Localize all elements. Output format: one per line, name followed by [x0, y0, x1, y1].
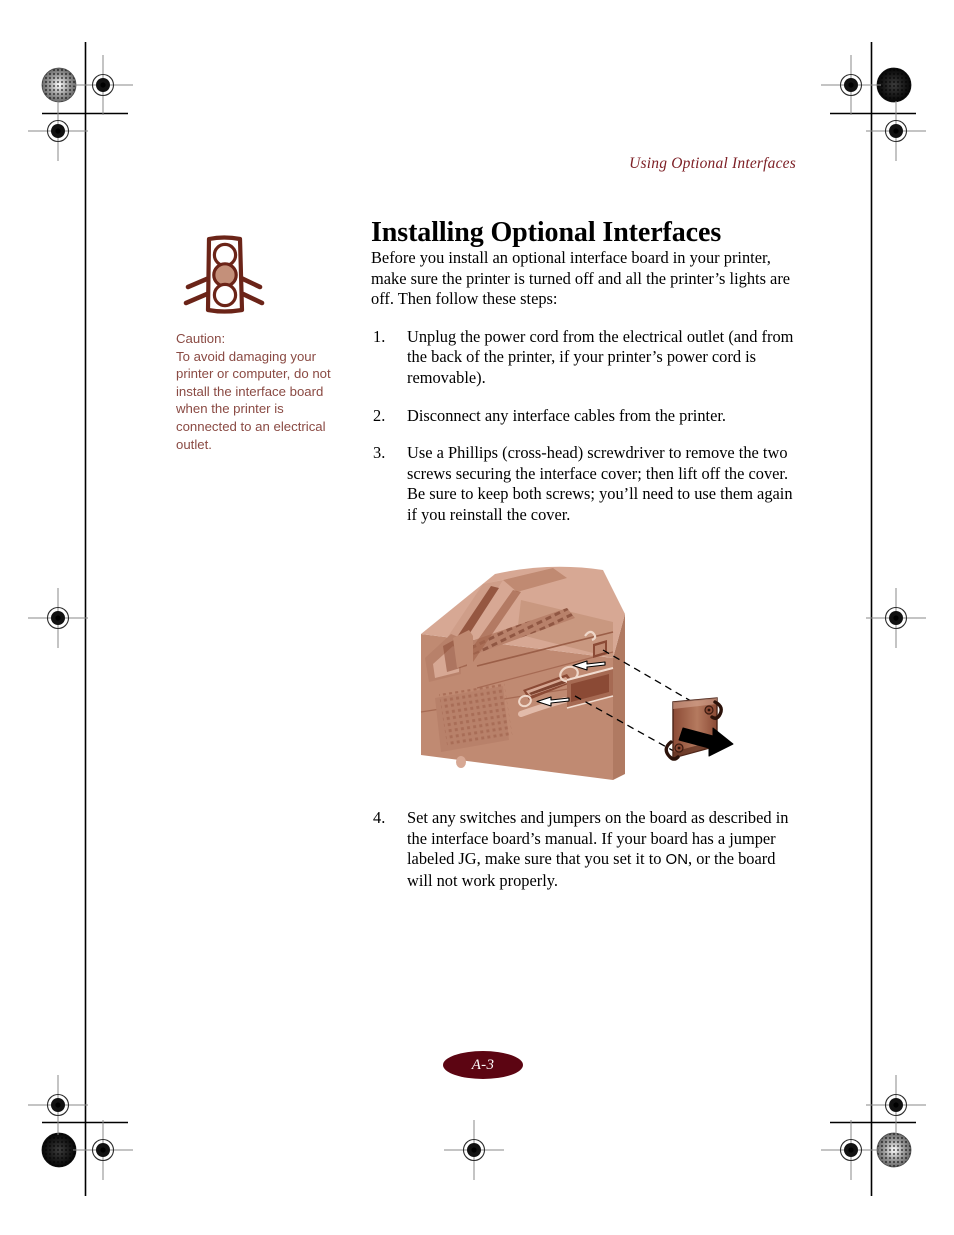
- intro-paragraph: Before you install an optional interface…: [371, 248, 791, 309]
- running-head: Using Optional Interfaces: [629, 155, 796, 172]
- page-title: Installing Optional Interfaces: [371, 216, 722, 248]
- body-column-after-figure: 4. Set any switches and jumpers on the b…: [371, 808, 795, 908]
- caution-note: Caution: To avoid damaging your printer …: [176, 233, 342, 453]
- step-number: 3.: [373, 443, 386, 463]
- interface-cover-plate: [664, 697, 734, 761]
- step-number: 2.: [373, 405, 386, 425]
- step-number: 1.: [373, 326, 386, 346]
- step-text: Use a Phillips (cross-head) screwdriver …: [407, 443, 793, 524]
- caution-text-block: Caution: To avoid damaging your printer …: [176, 330, 342, 453]
- caution-body: To avoid damaging your printer or comput…: [176, 348, 331, 452]
- caution-label: Caution:: [176, 331, 226, 346]
- page-folio: A-3: [443, 1051, 523, 1079]
- step-emphasis-on: ON: [665, 851, 689, 869]
- manual-page: Using Optional Interfaces Installing Opt…: [0, 0, 954, 1235]
- body-column: Before you install an optional interface…: [371, 248, 795, 543]
- list-item: 1. Unplug the power cord from the electr…: [371, 327, 795, 389]
- step-text: Unplug the power cord from the electrica…: [407, 326, 794, 387]
- step-number: 4.: [373, 808, 386, 827]
- folio-number: A-3: [471, 1056, 495, 1073]
- list-item: 4. Set any switches and jumpers on the b…: [371, 808, 795, 891]
- list-item: 3. Use a Phillips (cross-head) screwdriv…: [371, 443, 795, 525]
- printer-interface-cover-removal-illustration: [420, 566, 734, 780]
- list-item: 2. Disconnect any interface cables from …: [371, 406, 795, 427]
- folio-oval: A-3: [443, 1051, 523, 1079]
- step-text: Disconnect any interface cables from the…: [407, 405, 727, 425]
- steps-list: 1. Unplug the power cord from the electr…: [371, 327, 795, 526]
- steps-list-continued: 4. Set any switches and jumpers on the b…: [371, 808, 795, 891]
- traffic-light-caution-icon: [183, 235, 265, 314]
